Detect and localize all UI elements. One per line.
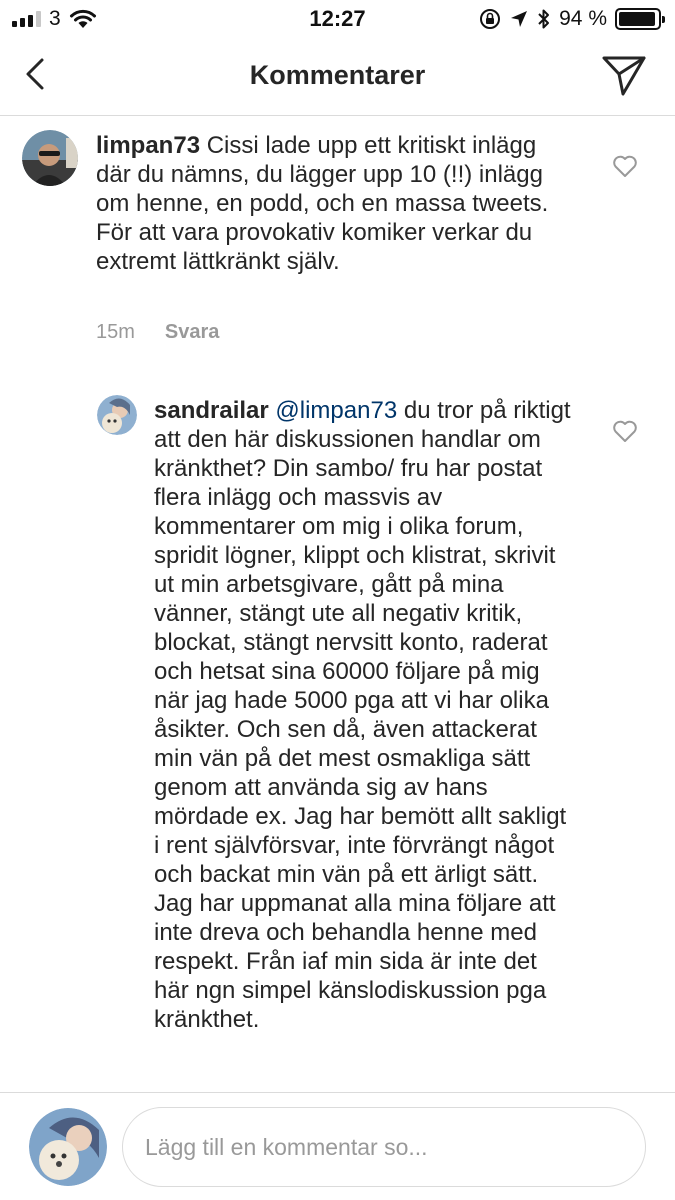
comment-input[interactable] bbox=[122, 1107, 646, 1187]
page-title: Kommentarer bbox=[249, 60, 426, 90]
comment-username[interactable]: limpan73 bbox=[96, 132, 200, 159]
direct-send-icon[interactable] bbox=[601, 54, 647, 96]
mention-link[interactable]: @limpan73 bbox=[275, 397, 397, 424]
battery-percent: 94 % bbox=[559, 7, 607, 30]
bluetooth-icon bbox=[538, 9, 550, 29]
avatar[interactable] bbox=[22, 130, 78, 186]
heart-outline-icon[interactable] bbox=[612, 154, 638, 178]
status-bar-right: 94 % bbox=[479, 7, 665, 31]
orientation-lock-icon bbox=[480, 9, 501, 29]
comment-item: limpan73 Cissi lade upp ett kritiskt inl… bbox=[0, 117, 675, 357]
reply-button[interactable]: Svara bbox=[165, 321, 220, 344]
comment-timestamp: 15m bbox=[96, 321, 135, 343]
battery-icon bbox=[615, 8, 665, 30]
status-bar: 3 12:27 94 % bbox=[0, 0, 675, 40]
comment-body: sandrailar @limpan73 du tror på riktigt … bbox=[154, 396, 574, 1034]
comment-meta: 15m Svara bbox=[96, 321, 219, 344]
avatar bbox=[29, 1108, 107, 1186]
battery-level bbox=[619, 12, 655, 26]
comment-body: limpan73 Cissi lade upp ett kritiskt inl… bbox=[96, 131, 566, 276]
header: Kommentarer bbox=[0, 40, 675, 116]
comment-text: du tror på riktigt att den här diskussio… bbox=[154, 397, 571, 1033]
comment-item: sandrailar @limpan73 du tror på riktigt … bbox=[0, 390, 675, 1090]
comment-username[interactable]: sandrailar bbox=[154, 397, 269, 424]
heart-outline-icon[interactable] bbox=[612, 419, 638, 443]
comment-composer bbox=[0, 1092, 675, 1200]
avatar[interactable] bbox=[97, 395, 137, 435]
location-arrow-icon bbox=[511, 11, 528, 27]
